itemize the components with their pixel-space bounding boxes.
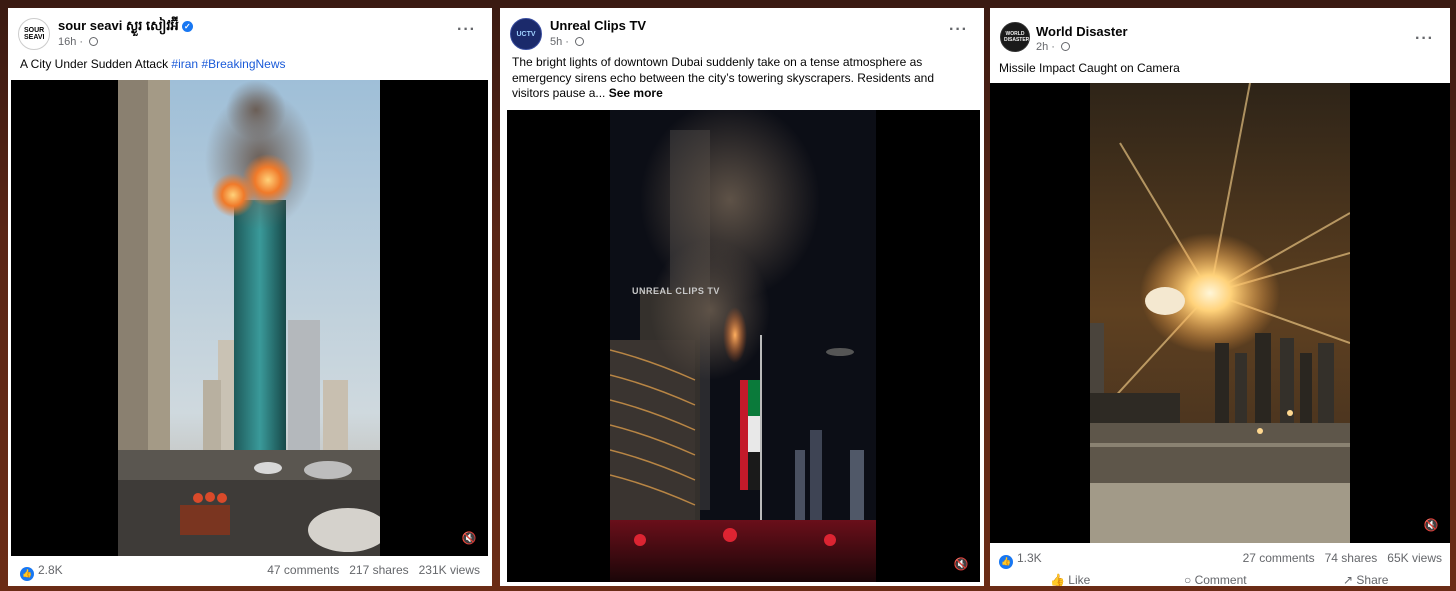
- like-icon: 👍: [1050, 573, 1065, 586]
- share-count[interactable]: 217 shares: [349, 563, 408, 577]
- video-frame: UNREAL CLIPS TV: [610, 110, 876, 582]
- globe-icon: [89, 37, 99, 46]
- more-options-icon[interactable]: ···: [457, 22, 476, 38]
- avatar-text: UCTV: [516, 30, 536, 38]
- author-name-text: sour seavi ស្ងួរ សៀវអ៊ី: [58, 18, 179, 33]
- video-frame: [1090, 83, 1350, 543]
- share-count[interactable]: 74 shares: [1325, 551, 1378, 565]
- post-header: WORLD DISASTER World Disaster 2h · ···: [1000, 16, 1440, 60]
- video-player[interactable]: 🔇: [990, 83, 1450, 543]
- verified-badge-icon: ✓: [181, 21, 193, 32]
- author-name[interactable]: Unreal Clips TV: [550, 18, 646, 33]
- post-time[interactable]: 2h: [1036, 41, 1048, 53]
- avatar-text: WORLD DISASTER: [1004, 31, 1030, 43]
- avatar[interactable]: UCTV: [510, 18, 542, 50]
- post-meta: 5h ·: [550, 36, 585, 48]
- post-stats-right: 47 comments 217 shares 231K views: [257, 563, 480, 577]
- comment-icon: ○: [1184, 573, 1192, 586]
- muted-speaker-icon[interactable]: 🔇: [1422, 517, 1440, 533]
- avatar[interactable]: WORLD DISASTER: [1000, 22, 1030, 52]
- like-thumb-icon: 👍: [999, 555, 1013, 569]
- globe-icon: [575, 37, 585, 46]
- post-time[interactable]: 16h: [58, 36, 76, 48]
- like-count[interactable]: 1.3K: [1017, 551, 1042, 565]
- share-label: Share: [1356, 573, 1389, 586]
- share-icon: ↗: [1343, 573, 1354, 586]
- post-actions: 👍 Like ○ Comment ↗ Share: [990, 571, 1450, 586]
- more-options-icon[interactable]: ···: [949, 22, 968, 38]
- post-caption: A City Under Sudden Attack #iran #Breaki…: [20, 56, 480, 72]
- more-options-icon[interactable]: ···: [1415, 31, 1434, 47]
- post-stats: 👍 2.8K 47 comments 217 shares 231K views: [20, 563, 480, 581]
- like-label: Like: [1068, 573, 1091, 586]
- post-header: UCTV Unreal Clips TV 5h · ···: [510, 16, 974, 60]
- author-name-text: Unreal Clips TV: [550, 18, 647, 33]
- avatar-text: SOUR SEAVI: [24, 27, 45, 41]
- video-frame-image: [1090, 83, 1350, 543]
- hashtag-link[interactable]: #BreakingNews: [201, 57, 285, 71]
- globe-icon: [1061, 42, 1071, 51]
- muted-speaker-icon[interactable]: 🔇: [952, 556, 970, 572]
- post-caption: The bright lights of downtown Dubai sudd…: [512, 55, 972, 102]
- post-stats: 👍 1.3K 27 comments 74 shares 65K views: [999, 551, 1442, 569]
- author-name[interactable]: World Disaster: [1036, 24, 1128, 39]
- video-watermark: UNREAL CLIPS TV: [632, 286, 720, 296]
- like-thumb-icon: 👍: [20, 567, 34, 581]
- post-stats-right: 27 comments 74 shares 65K views: [1233, 551, 1442, 565]
- comment-button[interactable]: ○ Comment: [1184, 573, 1247, 586]
- avatar[interactable]: SOUR SEAVI: [18, 18, 50, 50]
- muted-speaker-icon[interactable]: 🔇: [460, 530, 478, 546]
- view-count: 231K views: [418, 563, 480, 577]
- comment-label: Comment: [1194, 573, 1247, 586]
- view-count: 65K views: [1387, 551, 1442, 565]
- post-time[interactable]: 5h: [550, 36, 562, 48]
- caption-text: The bright lights of downtown Dubai sudd…: [512, 55, 934, 100]
- post-card-3: WORLD DISASTER World Disaster 2h · ··· M…: [990, 8, 1450, 586]
- caption-text: A City Under Sudden Attack: [20, 57, 172, 71]
- post-caption: Missile Impact Caught on Camera: [999, 60, 1438, 76]
- comment-count[interactable]: 27 comments: [1243, 551, 1315, 565]
- like-button[interactable]: 👍 Like: [1050, 573, 1090, 586]
- comment-count[interactable]: 47 comments: [267, 563, 339, 577]
- post-header: SOUR SEAVI sour seavi ស្ងួរ សៀវអ៊ី ✓ 16h …: [18, 16, 482, 60]
- post-meta: 2h ·: [1036, 41, 1071, 53]
- author-name-text: World Disaster: [1036, 24, 1128, 39]
- video-player[interactable]: 🔇: [11, 80, 488, 556]
- video-frame-image: [118, 80, 380, 556]
- video-player[interactable]: UNREAL CLIPS TV 🔇: [507, 110, 980, 582]
- video-frame: [118, 80, 380, 556]
- post-meta: 16h ·: [58, 36, 99, 48]
- see-more-link[interactable]: See more: [609, 86, 663, 100]
- video-frame-image: [610, 110, 876, 582]
- like-count[interactable]: 2.8K: [38, 563, 63, 577]
- post-card-1: SOUR SEAVI sour seavi ស្ងួរ សៀវអ៊ី ✓ 16h …: [8, 8, 492, 586]
- post-card-2: UCTV Unreal Clips TV 5h · ··· The bright…: [500, 8, 984, 586]
- share-button[interactable]: ↗ Share: [1343, 573, 1388, 586]
- author-name[interactable]: sour seavi ស្ងួរ សៀវអ៊ី ✓: [58, 18, 193, 37]
- caption-text: Missile Impact Caught on Camera: [999, 61, 1180, 75]
- hashtag-link[interactable]: #iran: [171, 57, 198, 71]
